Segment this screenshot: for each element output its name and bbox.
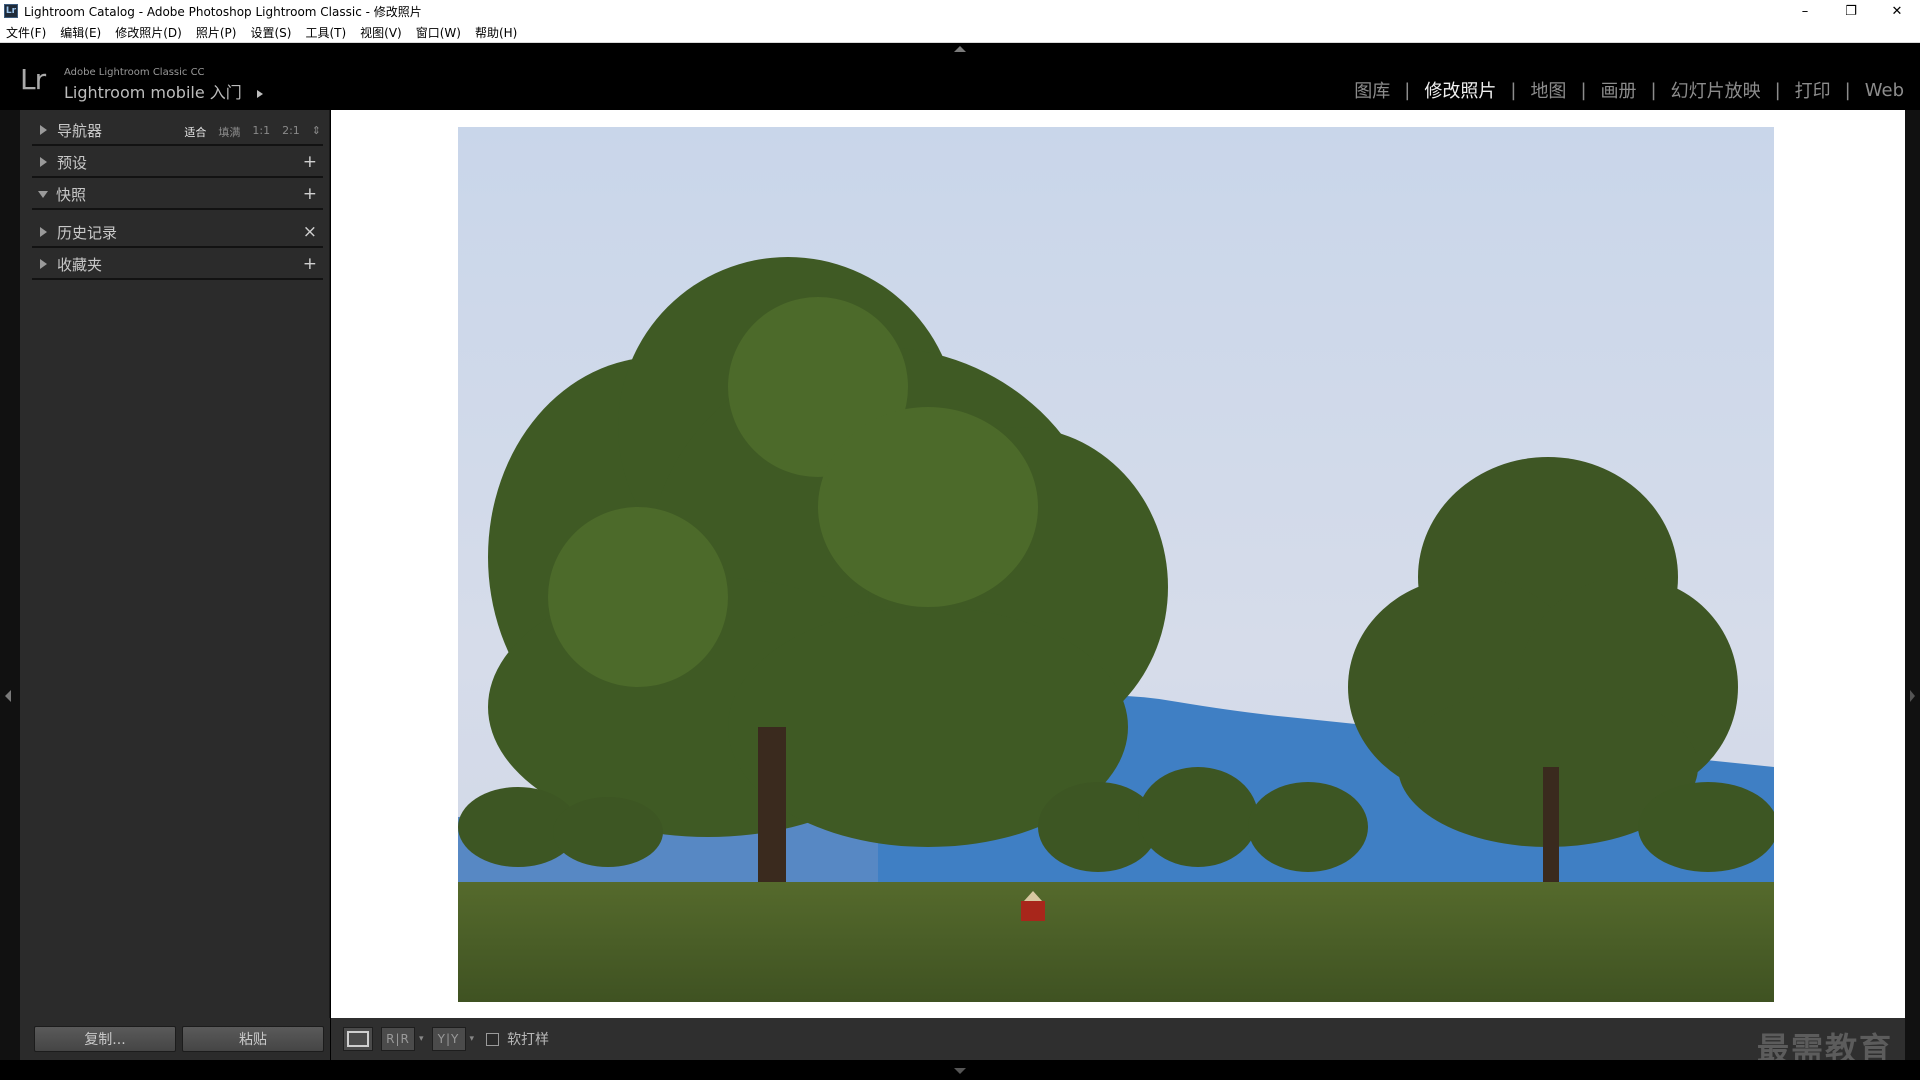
expand-triangle-icon: [40, 227, 47, 237]
module-separator: |: [1650, 79, 1657, 101]
menu-window[interactable]: 窗口(W): [416, 24, 461, 41]
left-panel-edge[interactable]: [0, 110, 20, 1060]
snapshots-panel-header[interactable]: 快照 +: [32, 180, 323, 210]
lr-logo: Lr: [20, 63, 46, 96]
collapse-triangle-icon: [38, 190, 48, 198]
before-after-top-bottom-button[interactable]: Y|Y: [431, 1027, 466, 1051]
menu-tools[interactable]: 工具(T): [305, 24, 346, 41]
menu-help[interactable]: 帮助(H): [475, 24, 517, 41]
paste-settings-button[interactable]: 粘贴: [182, 1026, 324, 1052]
snapshots-label: 快照: [56, 185, 87, 204]
play-arrow-icon: [256, 89, 263, 98]
presets-label: 预设: [57, 153, 88, 172]
module-map[interactable]: 地图: [1526, 77, 1570, 103]
menu-settings[interactable]: 设置(S): [250, 24, 291, 41]
develop-canvas: [331, 110, 1905, 1018]
expand-triangle-icon: [40, 259, 47, 269]
add-collection-icon[interactable]: +: [303, 254, 317, 274]
soft-proofing-checkbox[interactable]: [486, 1032, 500, 1046]
add-preset-icon[interactable]: +: [303, 152, 317, 172]
zoom-fit[interactable]: 适合: [184, 124, 206, 140]
expand-filmstrip-icon[interactable]: [954, 1068, 966, 1074]
soft-proofing-label: 软打样: [507, 1032, 550, 1048]
expand-triangle-icon: [40, 157, 47, 167]
left-panel-footer: 复制... 粘贴: [20, 1018, 330, 1060]
history-panel-header[interactable]: 历史记录 ×: [32, 218, 323, 248]
module-picker-bar: Lr Adobe Lightroom Classic CC Lightroom …: [0, 43, 1920, 110]
zoom-1-1[interactable]: 1:1: [252, 124, 270, 140]
before-after-lr-dropdown-icon[interactable]: ▾: [419, 1034, 424, 1044]
before-after-tb-dropdown-icon[interactable]: ▾: [470, 1034, 475, 1044]
module-picker: 图库 | 修改照片 | 地图 | 画册 | 幻灯片放映 | 打印 | Web: [1350, 77, 1908, 103]
menu-view[interactable]: 视图(V): [360, 24, 402, 41]
module-separator: |: [1404, 79, 1411, 101]
zoom-2-1[interactable]: 2:1: [282, 124, 300, 140]
copy-settings-button[interactable]: 复制...: [34, 1026, 176, 1052]
photo-preview[interactable]: [458, 127, 1774, 1002]
minimize-button[interactable]: –: [1782, 0, 1828, 22]
module-develop[interactable]: 修改照片: [1420, 77, 1500, 103]
module-library[interactable]: 图库: [1350, 77, 1394, 103]
module-separator: |: [1510, 79, 1517, 101]
before-after-left-right-button[interactable]: R|R: [381, 1027, 415, 1051]
right-panel-edge[interactable]: [1905, 110, 1920, 1060]
navigator-zoom-options: 适合 填满 1:1 2:1 ⇕: [172, 124, 321, 140]
collapse-top-panel-icon[interactable]: [954, 46, 966, 52]
menu-develop[interactable]: 修改照片(D): [115, 24, 182, 41]
left-panel: 导航器 适合 填满 1:1 2:1 ⇕ 预设 + 快照 + 历史记录 × 收藏夹…: [20, 110, 330, 1060]
menu-bar: 文件(F) 编辑(E) 修改照片(D) 照片(P) 设置(S) 工具(T) 视图…: [0, 22, 1920, 43]
zoom-fill[interactable]: 填满: [218, 124, 240, 140]
lightroom-mobile-link[interactable]: Lightroom mobile 入门: [64, 79, 263, 103]
loupe-view-button[interactable]: [343, 1027, 373, 1051]
window-title: Lightroom Catalog - Adobe Photoshop Ligh…: [24, 4, 422, 19]
menu-photo[interactable]: 照片(P): [196, 24, 237, 41]
close-button[interactable]: ✕: [1874, 0, 1920, 22]
collections-label: 收藏夹: [57, 255, 103, 274]
navigator-label: 导航器: [57, 121, 103, 140]
filmstrip-edge[interactable]: [0, 1060, 1920, 1080]
landscape-photo-image: [458, 127, 1774, 1002]
add-snapshot-icon[interactable]: +: [303, 184, 317, 204]
develop-toolbar: R|R ▾ Y|Y ▾ 软打样 最需教育: [331, 1018, 1905, 1068]
menu-file[interactable]: 文件(F): [6, 24, 46, 41]
clear-history-icon[interactable]: ×: [303, 222, 317, 242]
module-separator: |: [1580, 79, 1587, 101]
zoom-more-icon[interactable]: ⇕: [312, 124, 321, 140]
expand-triangle-icon: [40, 125, 47, 135]
lightroom-mobile-label: Lightroom mobile 入门: [64, 83, 242, 102]
module-book[interactable]: 画册: [1597, 77, 1641, 103]
collapse-left-panel-icon[interactable]: [5, 690, 11, 702]
expand-right-panel-icon[interactable]: [1910, 690, 1915, 702]
module-separator: |: [1774, 79, 1781, 101]
identity-product-name: Adobe Lightroom Classic CC: [64, 67, 205, 78]
module-print[interactable]: 打印: [1791, 77, 1835, 103]
collections-panel-header[interactable]: 收藏夹 +: [32, 250, 323, 280]
presets-panel-header[interactable]: 预设 +: [32, 148, 323, 178]
menu-edit[interactable]: 编辑(E): [60, 24, 101, 41]
lightroom-app-icon: Lr: [4, 4, 18, 18]
module-separator: |: [1844, 79, 1851, 101]
restore-button[interactable]: ❐: [1828, 0, 1874, 22]
module-web[interactable]: Web: [1861, 80, 1908, 101]
navigator-panel-header[interactable]: 导航器 适合 填满 1:1 2:1 ⇕: [32, 116, 323, 146]
module-slideshow[interactable]: 幻灯片放映: [1667, 77, 1765, 103]
window-controls: – ❐ ✕: [1782, 0, 1920, 22]
history-label: 历史记录: [57, 223, 118, 242]
window-titlebar: Lr Lightroom Catalog - Adobe Photoshop L…: [0, 0, 1920, 22]
